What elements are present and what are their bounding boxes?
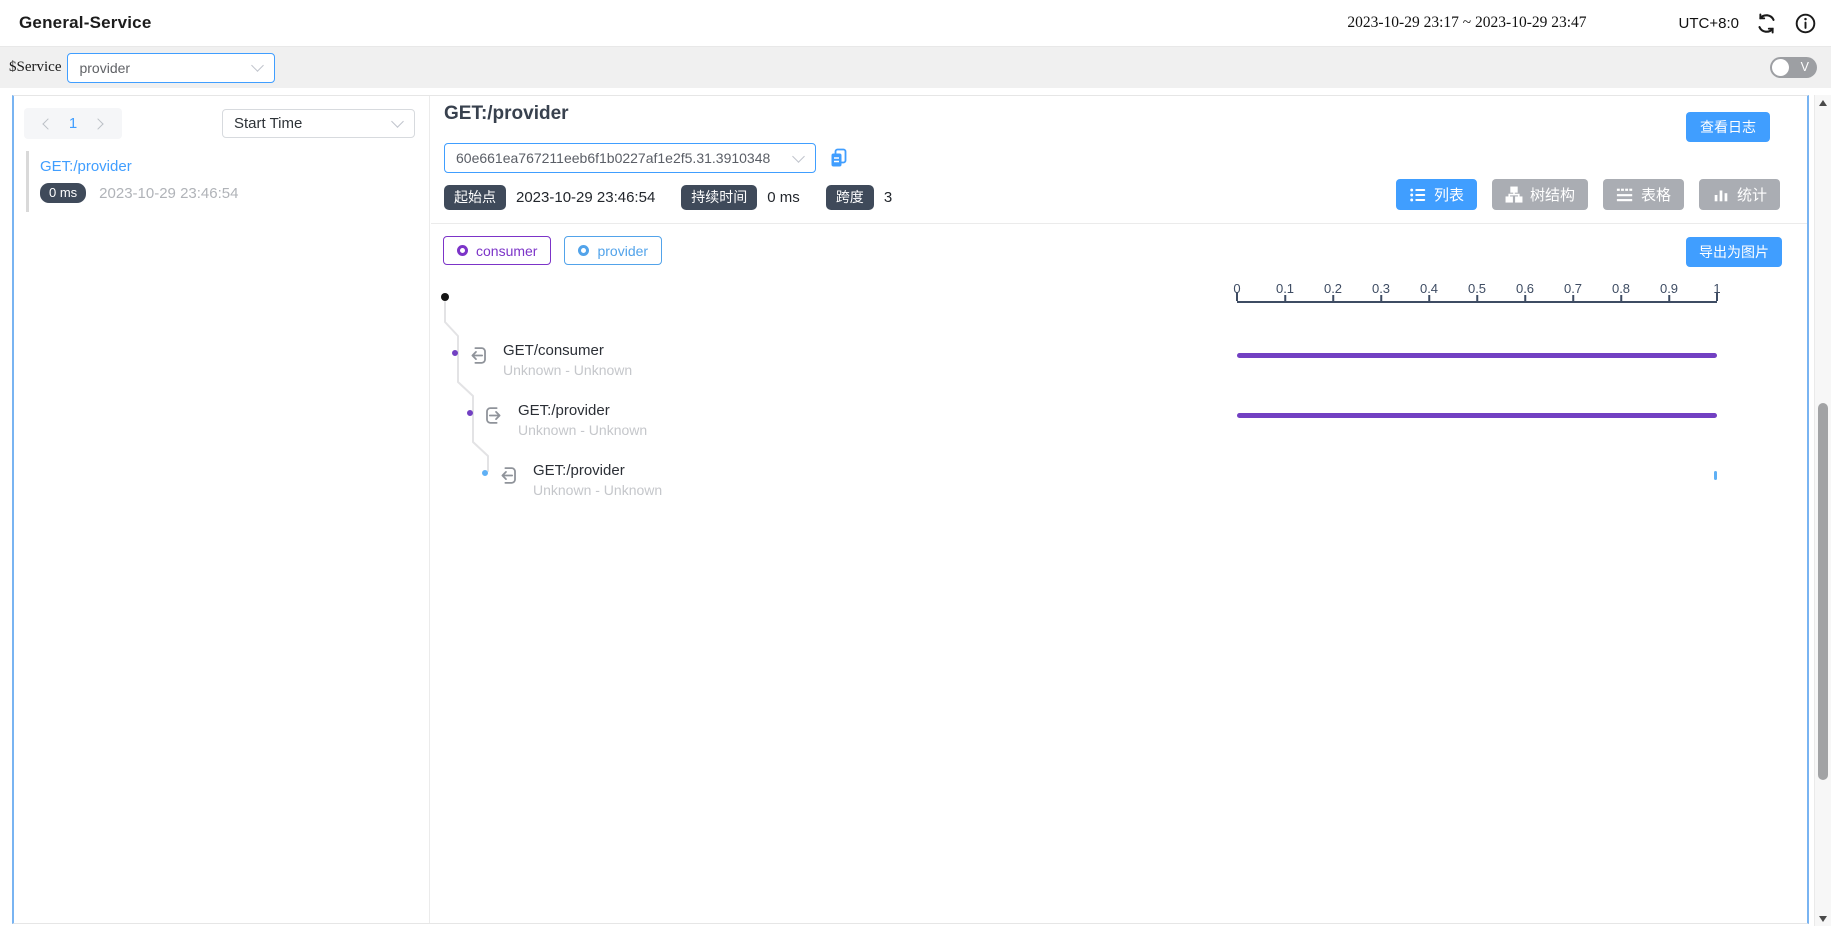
toggle-label: V xyxy=(1801,60,1809,74)
chevron-down-icon xyxy=(792,150,805,163)
version-toggle[interactable]: V xyxy=(1770,57,1817,78)
timezone-label: UTC+8:0 xyxy=(1679,15,1739,32)
legend-tag-consumer[interactable]: consumer xyxy=(443,236,551,265)
sort-select-value: Start Time xyxy=(223,115,387,132)
divider xyxy=(431,223,1807,224)
app-header: General-Service 2023-10-29 23:17 ~ 2023-… xyxy=(0,0,1831,47)
vertical-scrollbar[interactable] xyxy=(1814,95,1831,926)
span-name[interactable]: GET/consumer xyxy=(503,342,604,359)
scrollbar-thumb[interactable] xyxy=(1818,403,1828,780)
span-name[interactable]: GET:/provider xyxy=(533,462,625,479)
pagination: 1 xyxy=(24,108,122,139)
stats-icon xyxy=(1712,186,1730,204)
span-detail: Unknown - Unknown xyxy=(533,482,662,498)
table-icon xyxy=(1616,186,1634,204)
sort-select[interactable]: Start Time xyxy=(222,109,415,138)
meta-value-start: 2023-10-29 23:46:54 xyxy=(516,189,655,206)
service-select-value: provider xyxy=(68,60,247,76)
prev-page-icon[interactable] xyxy=(42,118,53,129)
span-dot xyxy=(467,410,473,416)
meta-value-spans: 3 xyxy=(884,189,892,206)
trace-list-panel: 1 Start Time GET:/provider 0 ms 2023-10-… xyxy=(14,96,430,923)
tab-list-view[interactable]: 列表 xyxy=(1396,179,1477,210)
consumer-ring-icon xyxy=(457,245,468,256)
refresh-icon[interactable] xyxy=(1755,12,1778,35)
provider-ring-icon xyxy=(578,245,589,256)
content-frame: 1 Start Time GET:/provider 0 ms 2023-10-… xyxy=(12,95,1809,924)
span-bar[interactable] xyxy=(1237,413,1717,418)
service-toolbar: $Service provider V xyxy=(0,47,1831,88)
page-title: General-Service xyxy=(19,13,151,33)
entry-icon xyxy=(468,345,489,366)
meta-badge-spans: 跨度 xyxy=(826,185,874,210)
span-bar[interactable] xyxy=(1714,471,1717,480)
toggle-knob xyxy=(1772,59,1789,76)
span-dot xyxy=(482,470,488,476)
trace-duration-badge: 0 ms xyxy=(40,183,86,203)
copy-icon[interactable] xyxy=(828,147,850,169)
scroll-down-icon[interactable] xyxy=(1819,916,1827,922)
trace-item-name: GET:/provider xyxy=(40,158,422,175)
tab-table-view[interactable]: 表格 xyxy=(1603,179,1684,210)
time-range: 2023-10-29 23:17 ~ 2023-10-29 23:47 xyxy=(1347,14,1586,32)
view-logs-button[interactable]: 查看日志 xyxy=(1686,112,1770,142)
scroll-up-icon[interactable] xyxy=(1819,100,1827,106)
span-bar[interactable] xyxy=(1237,353,1717,358)
trace-title: GET:/provider xyxy=(444,103,569,125)
list-icon xyxy=(1409,186,1427,204)
trace-id-value: 60e661ea767211eeb6f1b0227af1e2f5.31.3910… xyxy=(445,150,788,166)
service-legend: consumer provider xyxy=(443,236,662,265)
page-number[interactable]: 1 xyxy=(69,115,77,132)
export-image-button[interactable]: 导出为图片 xyxy=(1686,237,1782,267)
trace-meta: 起始点 2023-10-29 23:46:54 持续时间 0 ms 跨度 3 xyxy=(444,185,908,210)
service-select[interactable]: provider xyxy=(67,53,275,83)
entry-icon xyxy=(498,465,519,486)
trace-detail-panel: GET:/provider 查看日志 60e661ea767211eeb6f1b… xyxy=(431,96,1807,923)
service-label: $Service xyxy=(9,59,61,76)
view-switcher: 列表 树结构 xyxy=(1396,179,1780,210)
meta-badge-duration: 持续时间 xyxy=(681,185,757,210)
meta-value-duration: 0 ms xyxy=(767,189,800,206)
tab-tree-view[interactable]: 树结构 xyxy=(1492,179,1588,210)
trace-list-item[interactable]: GET:/provider 0 ms 2023-10-29 23:46:54 xyxy=(26,151,422,212)
chevron-down-icon xyxy=(252,59,265,72)
tree-icon xyxy=(1505,186,1523,204)
span-detail: Unknown - Unknown xyxy=(503,362,632,378)
span-name[interactable]: GET:/provider xyxy=(518,402,610,419)
legend-tag-provider[interactable]: provider xyxy=(564,236,662,265)
span-detail: Unknown - Unknown xyxy=(518,422,647,438)
chevron-down-icon xyxy=(391,115,404,128)
meta-badge-start: 起始点 xyxy=(444,185,506,210)
next-page-icon[interactable] xyxy=(93,118,104,129)
trace-start-time: 2023-10-29 23:46:54 xyxy=(99,185,238,202)
exit-icon xyxy=(483,405,504,426)
trace-page: General-Service 2023-10-29 23:17 ~ 2023-… xyxy=(0,0,1831,926)
info-icon[interactable] xyxy=(1794,12,1817,35)
trace-id-select[interactable]: 60e661ea767211eeb6f1b0227af1e2f5.31.3910… xyxy=(444,143,816,173)
tab-statistics-view[interactable]: 统计 xyxy=(1699,179,1780,210)
span-dot xyxy=(452,350,458,356)
